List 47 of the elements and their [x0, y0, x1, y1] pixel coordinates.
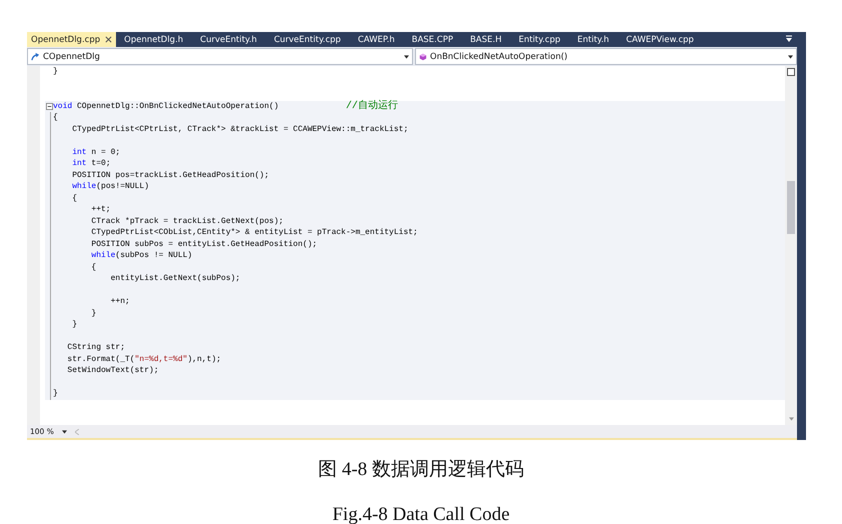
code-line: while(pos!=NULL) [71, 181, 150, 192]
figure-caption: 图 4-8 数据调用逻辑代码 [317, 458, 525, 482]
arrow-icon [31, 52, 40, 61]
code-line: str.Format(_T("n=%d,t=%d"),n,t); [66, 354, 222, 365]
file-tab[interactable]: CurveEntity.h [196, 32, 270, 47]
code-line: CString str; [66, 342, 126, 354]
code-line: } [53, 388, 58, 400]
code-line: } [90, 308, 96, 319]
code-line: int n = 0; [71, 146, 120, 158]
code-line: CTypedPtrList<CPtrList, CTrack*> &trackList = CCAWEPView::m_trackList; [71, 124, 408, 135]
code-line: { [71, 192, 78, 204]
code-line: { [53, 112, 58, 124]
member-dropdown[interactable]: OnBnClickedNetAutoOperation() [415, 48, 797, 65]
code-line: while(subPos != NULL) [90, 250, 192, 262]
dropdown-icon[interactable] [785, 35, 793, 43]
cube-icon [419, 52, 427, 60]
file-tab[interactable]: OpennetDlg.h [120, 32, 196, 47]
file-tab[interactable]: CAWEP.h [354, 32, 408, 47]
code-line: void COpennetDlg::OnBnClickedNetAutoOperation() //自动运行 [53, 100, 398, 112]
code-line: SetWindowText(str); [66, 365, 159, 376]
file-tab[interactable]: OpennetDlg.cpp [27, 32, 116, 47]
code-line: int t=0; [71, 158, 111, 170]
file-tab[interactable]: Entity.cpp [514, 32, 574, 47]
code-line: ++t; [90, 204, 111, 216]
code-line: } [71, 319, 78, 330]
close-icon[interactable] [105, 36, 112, 43]
file-tab[interactable]: BASE.CPP [408, 32, 466, 47]
figure-caption: Fig.4-8 Data Call Code [331, 504, 511, 524]
file-tab[interactable]: CurveEntity.cpp [270, 32, 354, 47]
code-line: { [90, 262, 96, 273]
code-line: entityList.GetNext(subPos); [110, 273, 240, 284]
code-line: POSITION pos=trackList.GetHeadPosition(); [71, 170, 270, 181]
code-line: CTrack *pTrack = trackList.GetNext(pos); [90, 216, 284, 227]
scope-dropdown[interactable]: COpennetDlg [27, 48, 413, 65]
collapse-icon[interactable] [46, 102, 52, 110]
code-line: } [53, 66, 58, 78]
file-tab[interactable]: CAWEPView.cpp [622, 32, 707, 47]
caret-icon [788, 54, 793, 58]
code-line: ++n; [110, 296, 130, 308]
code-line: CTypedPtrList<CObList,CEntity*> & entityList = pTrack->m_entityList; [90, 227, 418, 238]
scrollbar-thumb[interactable] [787, 181, 795, 234]
file-tab[interactable]: BASE.H [466, 32, 515, 47]
caret-icon [404, 54, 409, 58]
code-line: POSITION subPos = entityList.GetHeadPosition(); [90, 238, 318, 250]
caret-icon [62, 430, 67, 434]
split-handle[interactable] [787, 68, 795, 76]
file-tab[interactable]: Entity.h [573, 32, 622, 47]
